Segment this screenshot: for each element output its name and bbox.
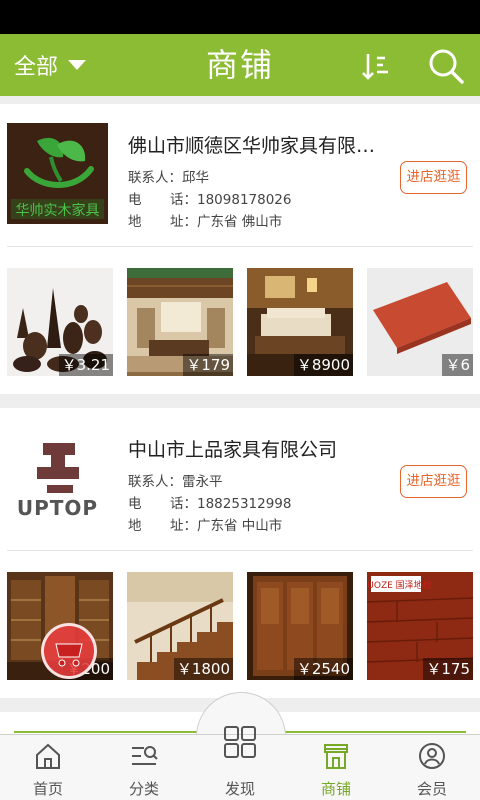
- tab-shop[interactable]: 商铺: [288, 735, 384, 800]
- tab-label: 分类: [128, 780, 159, 798]
- address-row: 地 址：广东省 中山市: [128, 514, 282, 534]
- divider: [7, 550, 473, 551]
- address-row: 地 址：广东省 佛山市: [128, 210, 282, 230]
- visit-shop-button[interactable]: 进店逛逛: [400, 465, 467, 498]
- shop-logo: 华帅实木家具: [7, 123, 108, 224]
- sort-button[interactable]: [358, 48, 394, 84]
- shop-icon: [324, 744, 348, 769]
- shop-name[interactable]: 佛山市顺德区华帅家具有限公...: [128, 131, 390, 158]
- shop-card-header[interactable]: UPTOP 中山市上品家具有限公司 联系人：雷永平 电 话：18825312998…: [0, 408, 480, 550]
- shop-name[interactable]: 中山市上品家具有限公司: [128, 435, 390, 462]
- phone-value: 18825312998: [197, 496, 292, 512]
- home-icon: [36, 743, 60, 769]
- product-thumbnail[interactable]: ￥6: [367, 268, 473, 376]
- product-thumbnail[interactable]: ￥2540: [247, 572, 353, 680]
- tab-label: 发现: [224, 780, 255, 798]
- phone-label-1: 电: [128, 192, 142, 208]
- contact-value: 邱华: [182, 170, 209, 186]
- category-icon: [132, 746, 158, 765]
- phone-row: 电 话：18098178026: [128, 188, 291, 208]
- tab-discover[interactable]: 发现: [192, 726, 288, 800]
- status-bar: [0, 0, 480, 34]
- address-label-2: 址：: [170, 214, 197, 230]
- contact-row: 联系人：雷永平: [128, 470, 223, 490]
- shop-card[interactable]: 华帅实木家具 佛山市顺德区华帅家具有限公... 联系人：邱华 电 话：180981…: [0, 104, 480, 394]
- product-thumbnails: ￥3.21 ￥179 ￥8900 ￥6: [0, 268, 480, 376]
- contact-row: 联系人：邱华: [128, 166, 209, 186]
- svg-text:UPTOP: UPTOP: [17, 496, 98, 520]
- address-value: 广东省 中山市: [197, 518, 283, 534]
- contact-value: 雷永平: [182, 474, 223, 490]
- visit-shop-button[interactable]: 进店逛逛: [400, 161, 467, 194]
- phone-label-1: 电: [128, 496, 142, 512]
- cart-icon: [55, 643, 83, 667]
- address-label-1: 地: [128, 214, 142, 230]
- shop-logo: UPTOP: [7, 427, 108, 528]
- svg-text:华帅实木家具: 华帅实木家具: [16, 202, 100, 219]
- product-thumbnail[interactable]: ￥1800: [127, 572, 233, 680]
- search-icon: [429, 49, 464, 84]
- product-price: ￥6: [442, 354, 473, 376]
- sort-icon: [362, 54, 388, 80]
- product-price: ￥8900: [293, 354, 353, 376]
- phone-row: 电 话：18825312998: [128, 492, 291, 512]
- tab-category[interactable]: 分类: [96, 735, 192, 800]
- product-thumbnail[interactable]: GUOZE 国泽地板 ￥175: [367, 572, 473, 680]
- tab-home[interactable]: 首页: [0, 735, 96, 800]
- product-thumbnail[interactable]: ￥8900: [247, 268, 353, 376]
- category-filter-dropdown[interactable]: 全部: [14, 34, 87, 96]
- address-label-1: 地: [128, 518, 142, 534]
- product-price: ￥2540: [293, 658, 353, 680]
- cart-button[interactable]: [41, 623, 97, 679]
- tab-label: 商铺: [320, 780, 351, 798]
- contact-label: 联系人：: [128, 474, 182, 490]
- product-price: ￥175: [423, 658, 473, 680]
- product-thumbnail[interactable]: ￥179: [127, 268, 233, 376]
- search-button[interactable]: [426, 46, 466, 86]
- contact-label: 联系人：: [128, 170, 182, 186]
- shop-card-header[interactable]: 华帅实木家具 佛山市顺德区华帅家具有限公... 联系人：邱华 电 话：180981…: [0, 104, 480, 246]
- caret-down-icon: [68, 60, 87, 70]
- phone-label-2: 话：: [170, 192, 197, 208]
- address-label-2: 址：: [170, 518, 197, 534]
- filter-label: 全部: [14, 55, 59, 80]
- tab-label: 首页: [32, 780, 63, 798]
- product-price: ￥1800: [173, 658, 233, 680]
- phone-value: 18098178026: [197, 192, 292, 208]
- product-price: ￥3.21: [58, 354, 113, 376]
- top-bar: 全部 商铺: [0, 34, 480, 96]
- grid-icon: [224, 726, 256, 758]
- tab-label: 会员: [416, 780, 447, 798]
- svg-text:GUOZE 国泽地板: GUOZE 国泽地板: [367, 579, 432, 591]
- product-price: ￥179: [183, 354, 233, 376]
- product-thumbnail[interactable]: ￥3.21: [7, 268, 113, 376]
- address-value: 广东省 佛山市: [197, 214, 283, 230]
- tab-member[interactable]: 会员: [384, 735, 480, 800]
- bottom-tab-bar: 首页 分类 发现 商铺 会员: [0, 726, 480, 800]
- user-icon: [419, 743, 445, 769]
- divider: [7, 246, 473, 247]
- phone-label-2: 话：: [170, 496, 197, 512]
